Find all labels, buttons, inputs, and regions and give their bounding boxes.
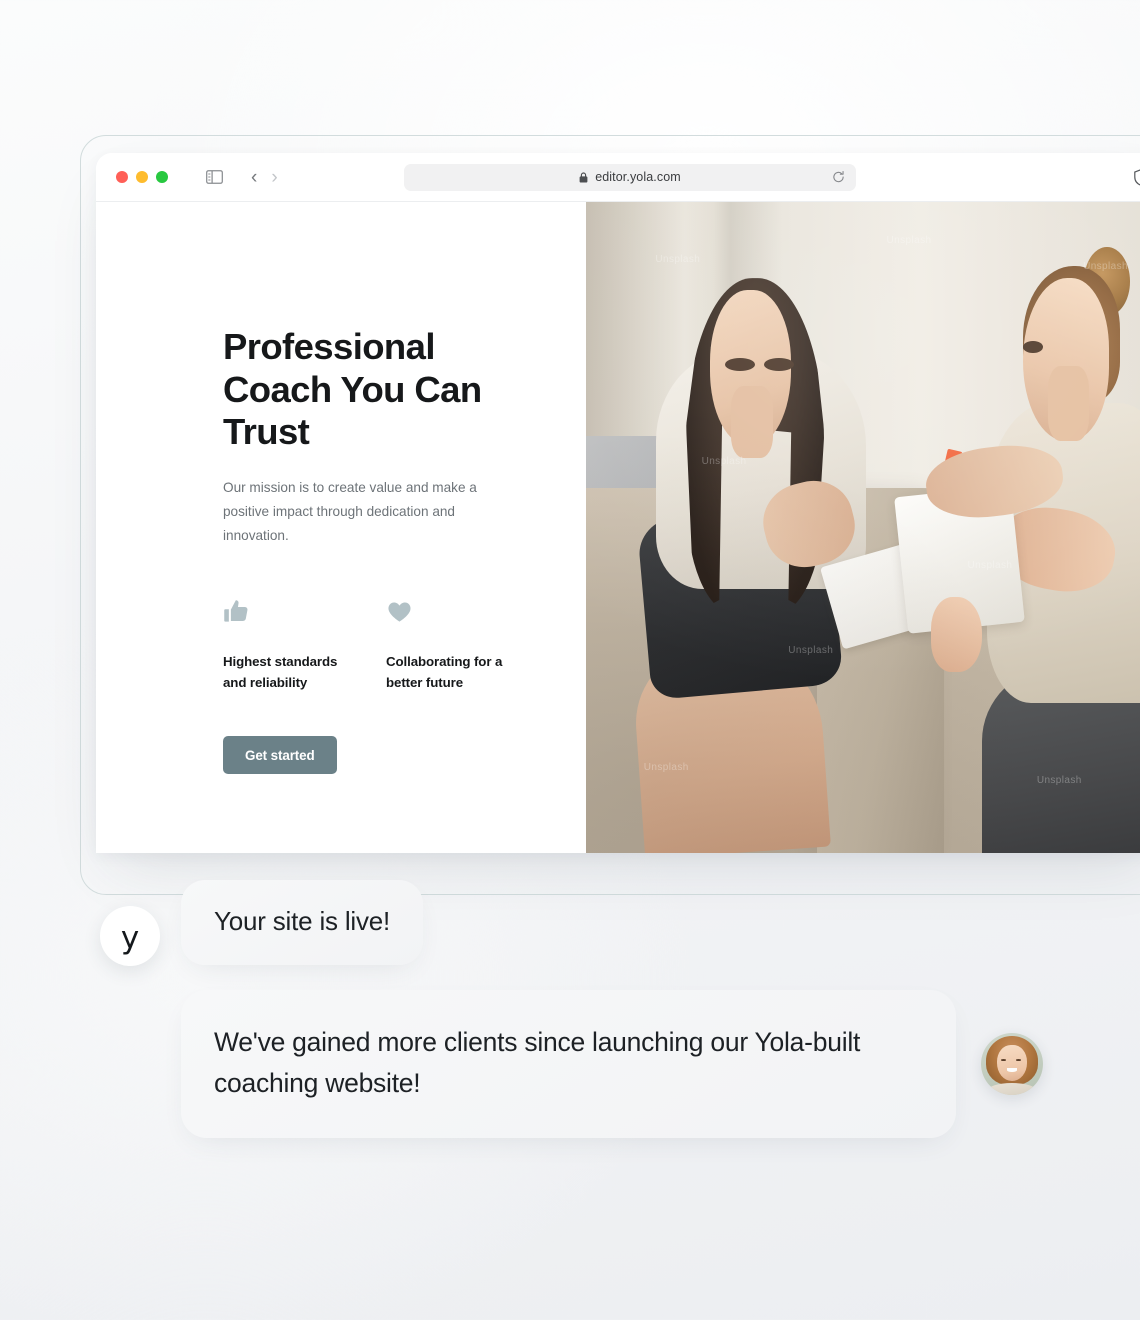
window-controls[interactable] bbox=[116, 171, 168, 183]
chat-section: y Your site is live! We've gained more c… bbox=[0, 880, 1140, 1139]
page-title: Professional Coach You Can Trust bbox=[223, 326, 482, 453]
yola-logo-letter: y bbox=[120, 919, 140, 956]
close-window-button[interactable] bbox=[116, 171, 128, 183]
forward-button[interactable]: › bbox=[271, 168, 277, 187]
feature-item: Highest standards and reliability bbox=[223, 598, 386, 694]
client-photo-avatar bbox=[981, 1033, 1043, 1096]
reload-icon[interactable] bbox=[832, 170, 845, 184]
hero-subtitle: Our mission is to create value and make … bbox=[223, 480, 477, 544]
navigation-arrows[interactable]: ‹ › bbox=[251, 168, 278, 187]
sidebar-toggle-icon[interactable] bbox=[206, 170, 223, 184]
address-bar[interactable]: editor.yola.com bbox=[404, 163, 856, 191]
zoom-window-button[interactable] bbox=[156, 171, 168, 183]
shield-icon[interactable] bbox=[1134, 168, 1140, 186]
photo-person-right bbox=[894, 228, 1140, 853]
feature-label: Collaborating for a better future bbox=[386, 653, 503, 691]
lock-icon bbox=[579, 171, 588, 183]
yola-logo-avatar: y bbox=[100, 906, 160, 966]
browser-window: ‹ › editor.yola.com Professional Coach Y… bbox=[96, 153, 1140, 853]
browser-toolbar: ‹ › editor.yola.com bbox=[96, 153, 1140, 202]
hero-image: Unsplash Unsplash Unsplash Unsplash Unsp… bbox=[586, 202, 1140, 853]
back-button[interactable]: ‹ bbox=[251, 168, 257, 187]
thumbs-up-icon bbox=[223, 598, 386, 628]
get-started-button[interactable]: Get started bbox=[223, 736, 337, 775]
chat-bubble: We've gained more clients since launchin… bbox=[181, 990, 956, 1139]
chat-message-row: y Your site is live! bbox=[0, 880, 1140, 966]
hero-text-column: Professional Coach You Can Trust Our mis… bbox=[96, 202, 586, 853]
feature-list: Highest standards and reliability Collab… bbox=[223, 598, 586, 694]
coaching-session-photo: Unsplash Unsplash Unsplash Unsplash Unsp… bbox=[586, 202, 1140, 853]
chat-message-row: We've gained more clients since launchin… bbox=[0, 990, 1140, 1139]
feature-item: Collaborating for a better future bbox=[386, 598, 549, 694]
heart-icon bbox=[386, 598, 549, 628]
chat-bubble: Your site is live! bbox=[181, 880, 424, 965]
site-preview: Professional Coach You Can Trust Our mis… bbox=[96, 202, 1140, 853]
minimize-window-button[interactable] bbox=[136, 171, 148, 183]
feature-label: Highest standards and reliability bbox=[223, 653, 338, 691]
url-text: editor.yola.com bbox=[595, 170, 681, 184]
